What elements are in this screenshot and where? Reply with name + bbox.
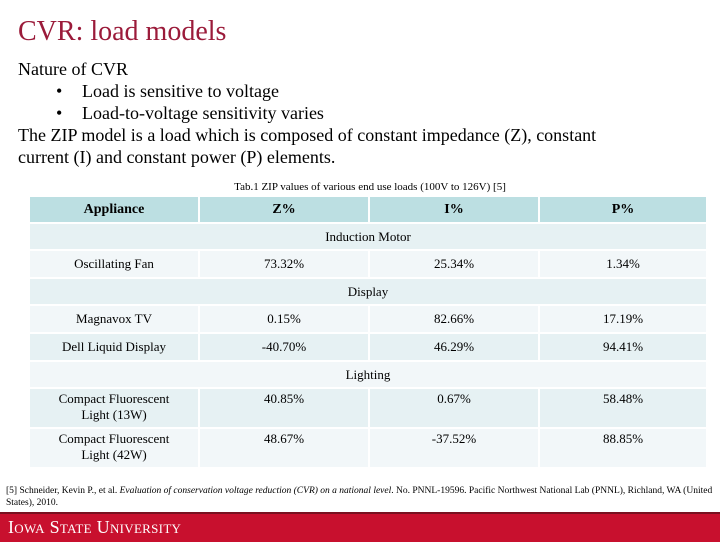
cell-p: 94.41% <box>540 334 706 360</box>
table-row: Oscillating Fan 73.32% 25.34% 1.34% <box>30 251 706 277</box>
reference-title: Evaluation of conservation voltage reduc… <box>119 486 392 496</box>
table-header-row: Appliance Z% I% P% <box>30 197 706 222</box>
slide-title: CVR: load models <box>18 16 227 47</box>
table-row: Compact Fluorescent Light (13W) 40.85% 0… <box>30 389 706 427</box>
cell-appliance: Magnavox TV <box>30 306 198 332</box>
reference-citation: [5] Schneider, Kevin P., et al. Evaluati… <box>6 485 716 509</box>
cell-z: -40.70% <box>200 334 368 360</box>
appliance-line: Light (13W) <box>81 407 147 422</box>
cell-p: 17.19% <box>540 306 706 332</box>
appliance-line: Compact Fluorescent <box>58 391 170 406</box>
header-z-percent: Z% <box>200 197 368 222</box>
footer-bar: Iowa State University <box>0 512 720 542</box>
header-i-percent: I% <box>370 197 538 222</box>
paragraph-line: current (I) and constant power (P) eleme… <box>18 147 336 167</box>
appliance-line: Light (42W) <box>81 447 147 462</box>
group-row: Induction Motor <box>30 224 706 249</box>
table-row: Compact Fluorescent Light (42W) 48.67% -… <box>30 429 706 467</box>
group-row: Lighting <box>30 362 706 387</box>
group-label: Display <box>30 279 706 304</box>
bullet-icon: • <box>56 81 63 101</box>
header-p-percent: P% <box>540 197 706 222</box>
appliance-line: Compact Fluorescent <box>58 431 170 446</box>
table-row: Magnavox TV 0.15% 82.66% 17.19% <box>30 306 706 332</box>
group-row: Display <box>30 279 706 304</box>
bullet-item: • Load-to-voltage sensitivity varies <box>18 102 708 124</box>
cell-p: 88.85% <box>540 429 706 467</box>
cell-i: 46.29% <box>370 334 538 360</box>
paragraph-line: The ZIP model is a load which is compose… <box>18 125 597 145</box>
cell-i: 25.34% <box>370 251 538 277</box>
university-logo: Iowa State University <box>8 517 182 537</box>
cell-appliance: Compact Fluorescent Light (13W) <box>30 389 198 427</box>
body-heading: Nature of CVR <box>18 59 128 79</box>
header-appliance: Appliance <box>30 197 198 222</box>
cell-appliance: Oscillating Fan <box>30 251 198 277</box>
bullet-text: Load is sensitive to voltage <box>82 81 279 101</box>
cell-p: 1.34% <box>540 251 706 277</box>
cell-z: 48.67% <box>200 429 368 467</box>
cell-i: 0.67% <box>370 389 538 427</box>
bullet-text: Load-to-voltage sensitivity varies <box>82 103 324 123</box>
cell-appliance: Compact Fluorescent Light (42W) <box>30 429 198 467</box>
table-row: Dell Liquid Display -40.70% 46.29% 94.41… <box>30 334 706 360</box>
table-caption: Tab.1 ZIP values of various end use load… <box>234 181 506 193</box>
cell-z: 40.85% <box>200 389 368 427</box>
cell-i: 82.66% <box>370 306 538 332</box>
group-label: Lighting <box>30 362 706 387</box>
reference-prefix: [5] Schneider, Kevin P., et al. <box>6 486 120 496</box>
cell-z: 0.15% <box>200 306 368 332</box>
zip-values-table: Appliance Z% I% P% Induction Motor Oscil… <box>28 195 708 469</box>
group-label: Induction Motor <box>30 224 706 249</box>
cell-p: 58.48% <box>540 389 706 427</box>
bullet-item: • Load is sensitive to voltage <box>18 80 708 102</box>
bullet-icon: • <box>56 103 63 123</box>
cell-appliance: Dell Liquid Display <box>30 334 198 360</box>
slide-body: Nature of CVR • Load is sensitive to vol… <box>18 58 708 168</box>
cell-z: 73.32% <box>200 251 368 277</box>
cell-i: -37.52% <box>370 429 538 467</box>
